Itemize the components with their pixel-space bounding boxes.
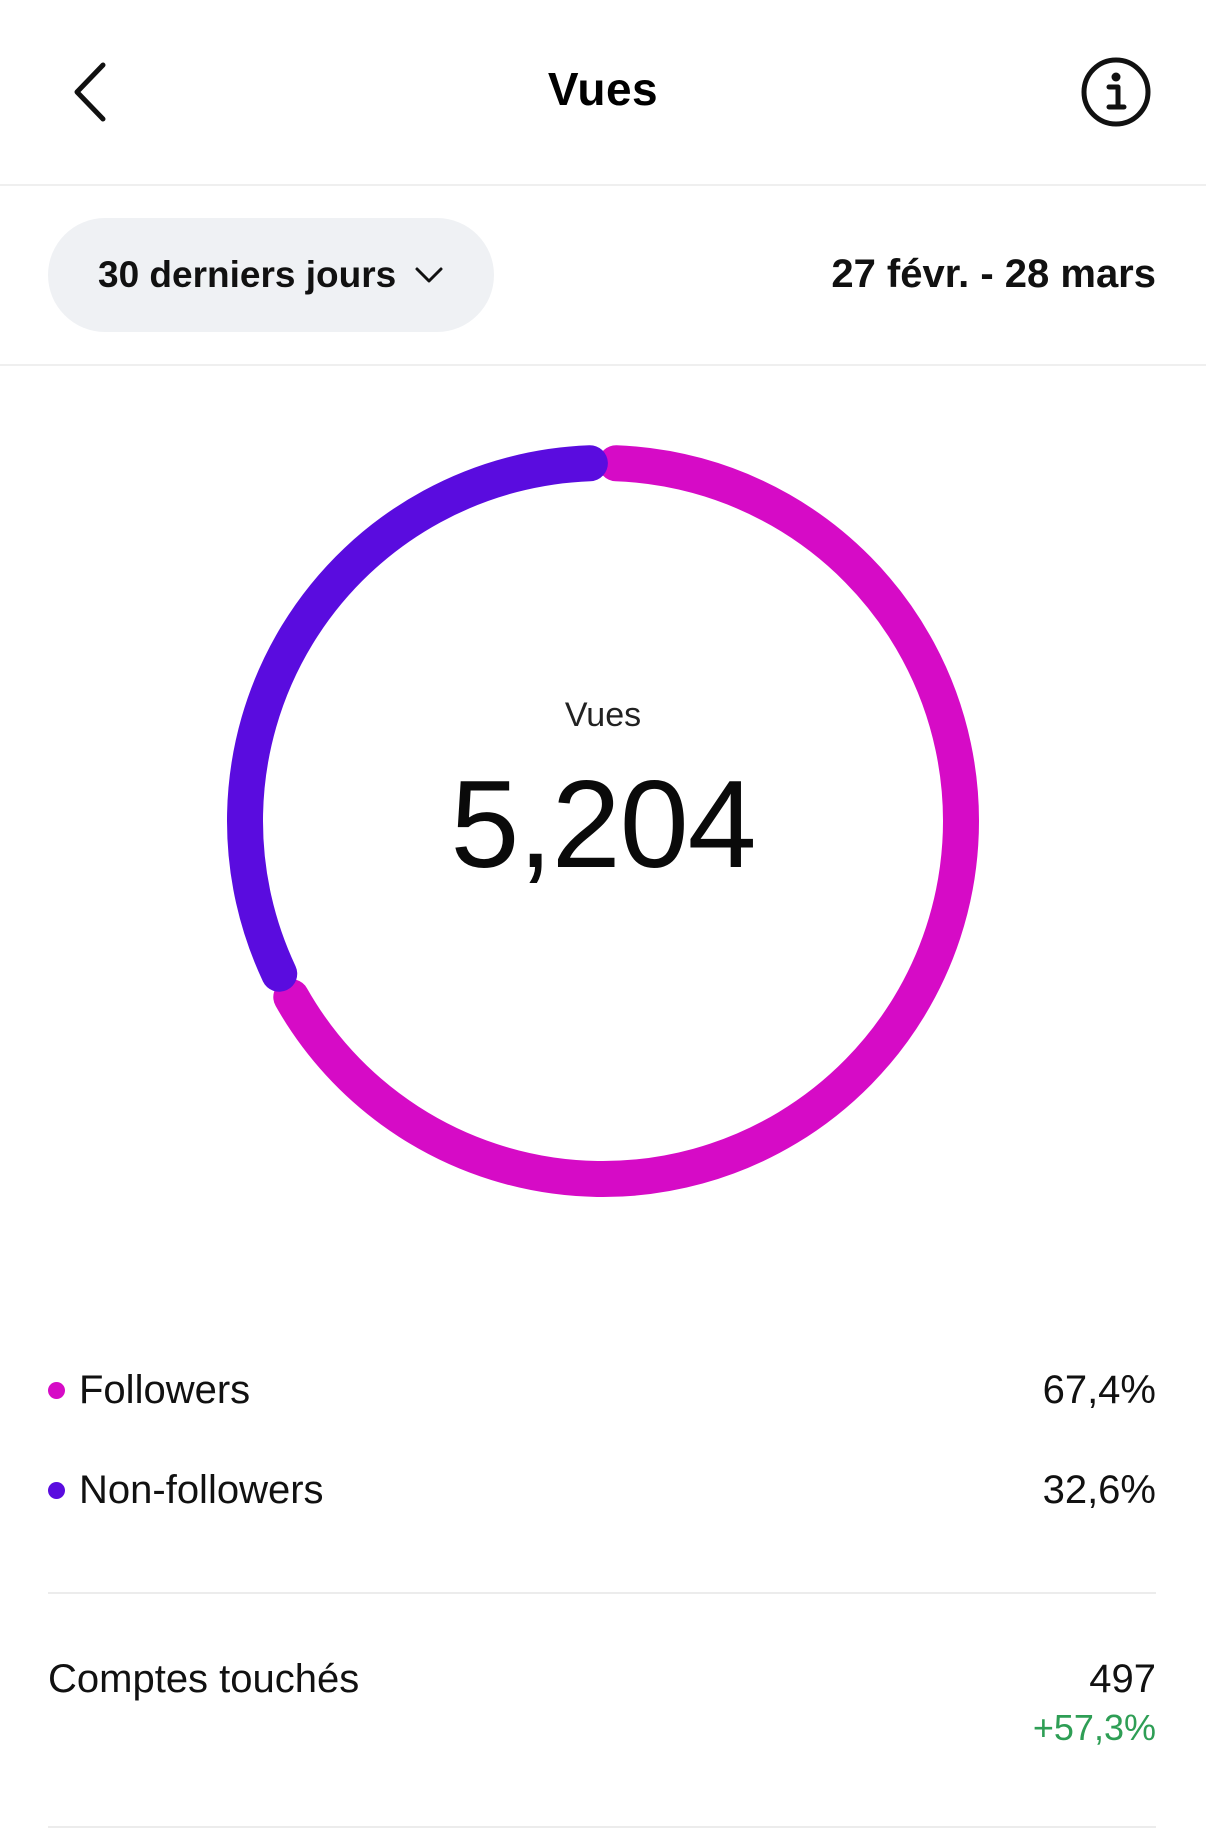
views-donut-chart: Vues 5,204 <box>0 366 1206 1266</box>
legend-value: 32,6% <box>1042 1467 1156 1512</box>
top-bar: Vues <box>0 0 1206 186</box>
legend-value: 67,4% <box>1042 1367 1156 1412</box>
range-label: 30 derniers jours <box>98 254 397 295</box>
legend-item-followers: Followers 67,4% <box>48 1340 1156 1440</box>
donut-center-label: Vues <box>564 696 642 734</box>
legend: Followers 67,4% Non-followers 32,6% <box>48 1340 1156 1540</box>
metric-accounts-reached[interactable]: Comptes touchés 497 +57,3% <box>48 1645 1156 1765</box>
page-title: Vues <box>547 63 659 115</box>
legend-name: Non-followers <box>79 1467 324 1512</box>
followers-dot <box>48 1381 65 1399</box>
info-button[interactable] <box>1078 54 1154 130</box>
filter-bar: 30 derniers jours 27 févr. - 28 mars <box>0 186 1206 366</box>
metric-value: 497 <box>1089 1657 1156 1701</box>
date-range-text: 27 févr. - 28 mars <box>831 252 1156 296</box>
info-icon <box>1081 57 1151 127</box>
legend-item-non-followers: Non-followers 32,6% <box>48 1440 1156 1540</box>
metric-label: Comptes touchés <box>48 1657 360 1701</box>
non-followers-dot <box>48 1481 65 1499</box>
date-range-dropdown[interactable]: 30 derniers jours <box>48 218 494 332</box>
divider <box>48 1826 1156 1828</box>
metric-change: +57,3% <box>1032 1707 1156 1748</box>
divider <box>48 1592 1156 1594</box>
donut-center-value: 5,204 <box>450 756 756 894</box>
chevron-down-icon <box>414 265 444 285</box>
legend-name: Followers <box>79 1367 251 1412</box>
